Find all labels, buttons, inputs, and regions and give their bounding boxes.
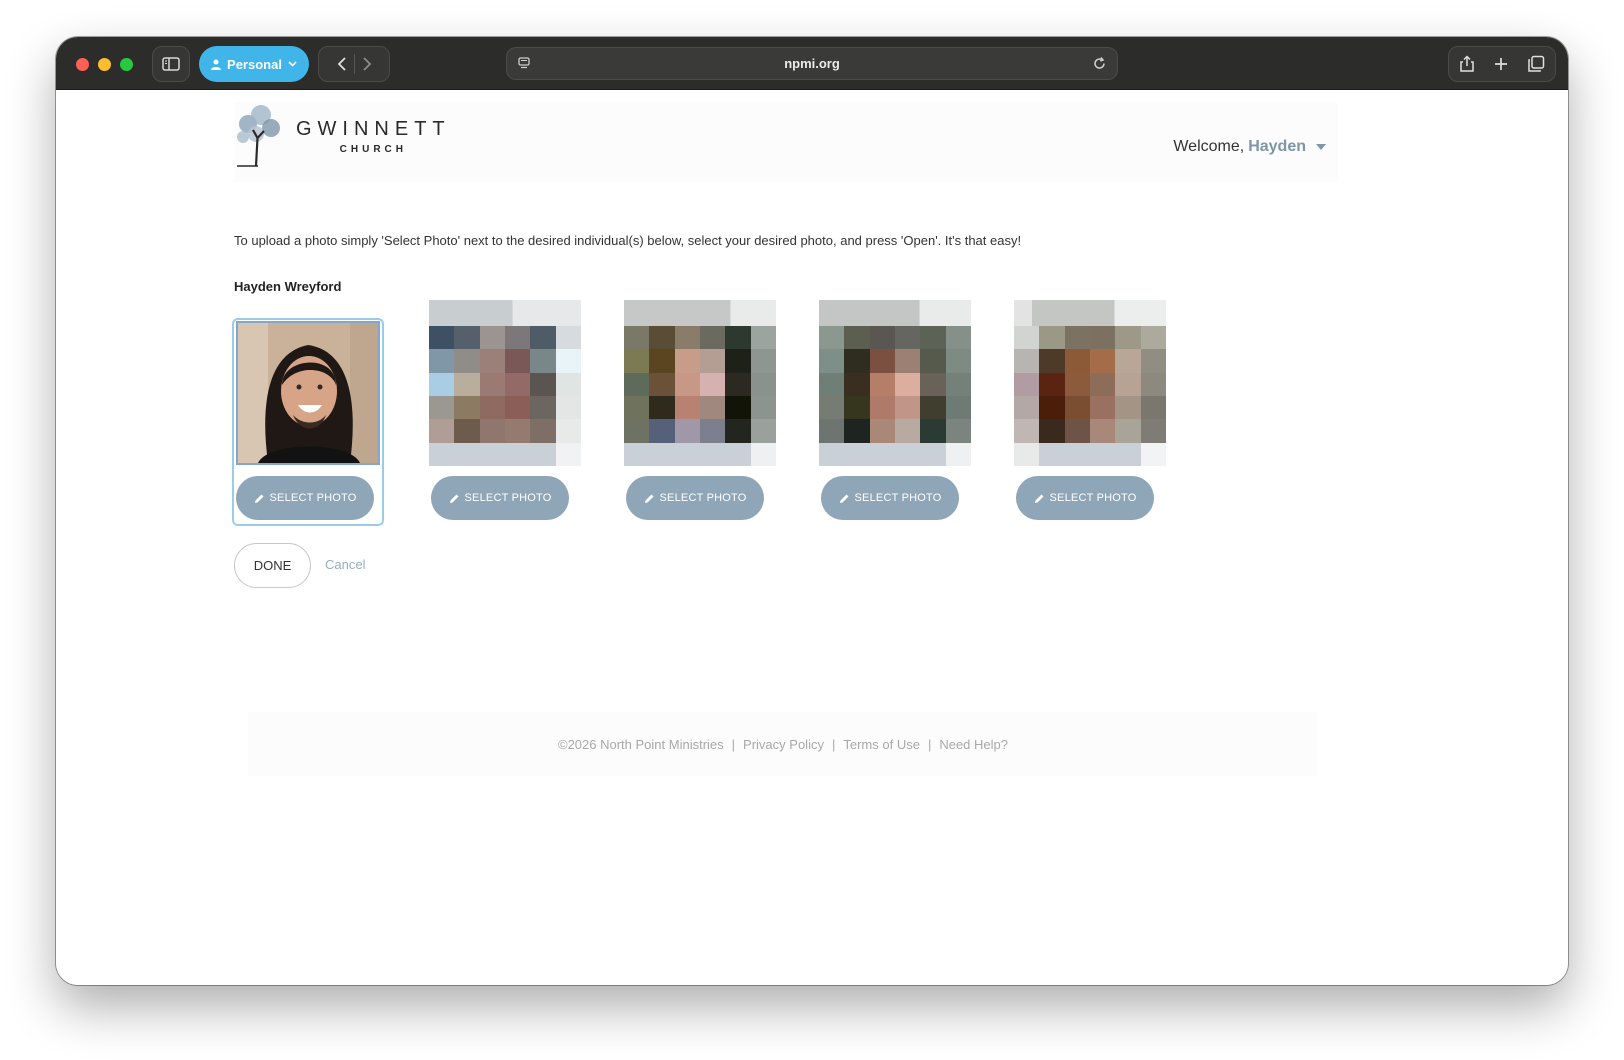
toolbar-right-actions: [1448, 46, 1556, 82]
tree-logo-icon: [237, 105, 280, 167]
pencil-icon: [839, 494, 849, 503]
select-photo-label: SELECT PHOTO: [659, 492, 747, 504]
privacy-policy-link[interactable]: Privacy Policy: [743, 737, 824, 752]
select-photo-label: SELECT PHOTO: [464, 492, 552, 504]
profile-photo: [236, 321, 380, 465]
close-window-button[interactable]: [76, 58, 89, 71]
done-button[interactable]: DONE: [234, 543, 311, 588]
footer-divider: |: [731, 736, 736, 752]
divider: [353, 54, 355, 74]
site-footer: ©2026 North Point Ministries | Privacy P…: [248, 712, 1318, 776]
sidebar-toggle-button[interactable]: [152, 46, 190, 82]
logo-subtitle: CHURCH: [339, 143, 407, 155]
tab-overview-icon[interactable]: [1527, 55, 1545, 73]
upload-instructions: To upload a photo simply 'Select Photo' …: [234, 233, 1022, 248]
logo-title: GWINNETT: [296, 117, 451, 140]
photo-top-strip: [624, 300, 776, 326]
select-photo-label: SELECT PHOTO: [854, 492, 942, 504]
profile-switcher[interactable]: Personal: [199, 46, 309, 82]
select-photo-button[interactable]: SELECT PHOTO: [821, 476, 959, 520]
people-photo-list: Hayden Wreyford SELECT PHOTO SELECT PHOT…: [232, 276, 1232, 536]
copyright-text: ©2026 North Point Ministries: [558, 736, 724, 752]
sidebar-icon: [162, 57, 180, 71]
select-photo-button[interactable]: SELECT PHOTO: [431, 476, 569, 520]
photo-top-strip: [429, 300, 581, 326]
footer-divider: |: [831, 736, 836, 752]
share-icon[interactable]: [1459, 55, 1475, 73]
person-name: Hayden Wreyford: [234, 279, 342, 294]
person-icon: [211, 59, 222, 70]
welcome-text: Welcome,: [1173, 138, 1245, 155]
pencil-icon: [254, 494, 264, 503]
forward-arrow-icon[interactable]: [361, 56, 373, 72]
select-photo-label: SELECT PHOTO: [1049, 492, 1137, 504]
navigation-buttons: [318, 46, 390, 82]
browser-toolbar: Personal npmi.org: [56, 37, 1568, 90]
select-photo-label: SELECT PHOTO: [269, 492, 357, 504]
profile-label: Personal: [227, 56, 282, 72]
cancel-link[interactable]: Cancel: [325, 557, 365, 572]
blurred-profile-photo: [429, 326, 581, 466]
need-help-link[interactable]: Need Help?: [939, 737, 1008, 752]
blurred-profile-photo: [1014, 326, 1166, 466]
portrait-photo: [238, 323, 378, 463]
terms-of-use-link[interactable]: Terms of Use: [843, 737, 920, 752]
address-bar[interactable]: npmi.org: [506, 47, 1118, 80]
pencil-icon: [644, 494, 654, 503]
blurred-profile-photo: [819, 326, 971, 466]
page-content: GWINNETT CHURCH Welcome, Hayden To uploa…: [56, 90, 1568, 985]
blurred-profile-photo: [624, 326, 776, 466]
back-arrow-icon[interactable]: [336, 56, 348, 72]
footer-divider: |: [927, 736, 932, 752]
url-text: npmi.org: [784, 56, 840, 71]
reload-icon[interactable]: [1092, 56, 1107, 71]
photo-top-strip: [1014, 300, 1166, 326]
select-photo-button[interactable]: SELECT PHOTO: [626, 476, 764, 520]
chevron-down-icon: [288, 61, 297, 67]
pencil-icon: [449, 494, 459, 503]
page-settings-icon[interactable]: [517, 56, 531, 70]
minimize-window-button[interactable]: [98, 58, 111, 71]
select-photo-button[interactable]: SELECT PHOTO: [1016, 476, 1154, 520]
zoom-window-button[interactable]: [120, 58, 133, 71]
welcome-user-name: Hayden: [1248, 138, 1306, 155]
dropdown-caret-icon: [1316, 144, 1326, 150]
site-header: GWINNETT CHURCH Welcome, Hayden: [234, 102, 1338, 182]
select-photo-button[interactable]: SELECT PHOTO: [236, 476, 374, 520]
new-tab-plus-icon[interactable]: [1494, 57, 1508, 71]
user-menu[interactable]: Welcome, Hayden: [1173, 138, 1326, 156]
photo-top-strip: [819, 300, 971, 326]
pencil-icon: [1034, 494, 1044, 503]
browser-window: Personal npmi.org GWINNETT CHURCH Welcom…: [56, 37, 1568, 985]
gwinnett-church-logo[interactable]: GWINNETT CHURCH: [234, 104, 451, 168]
